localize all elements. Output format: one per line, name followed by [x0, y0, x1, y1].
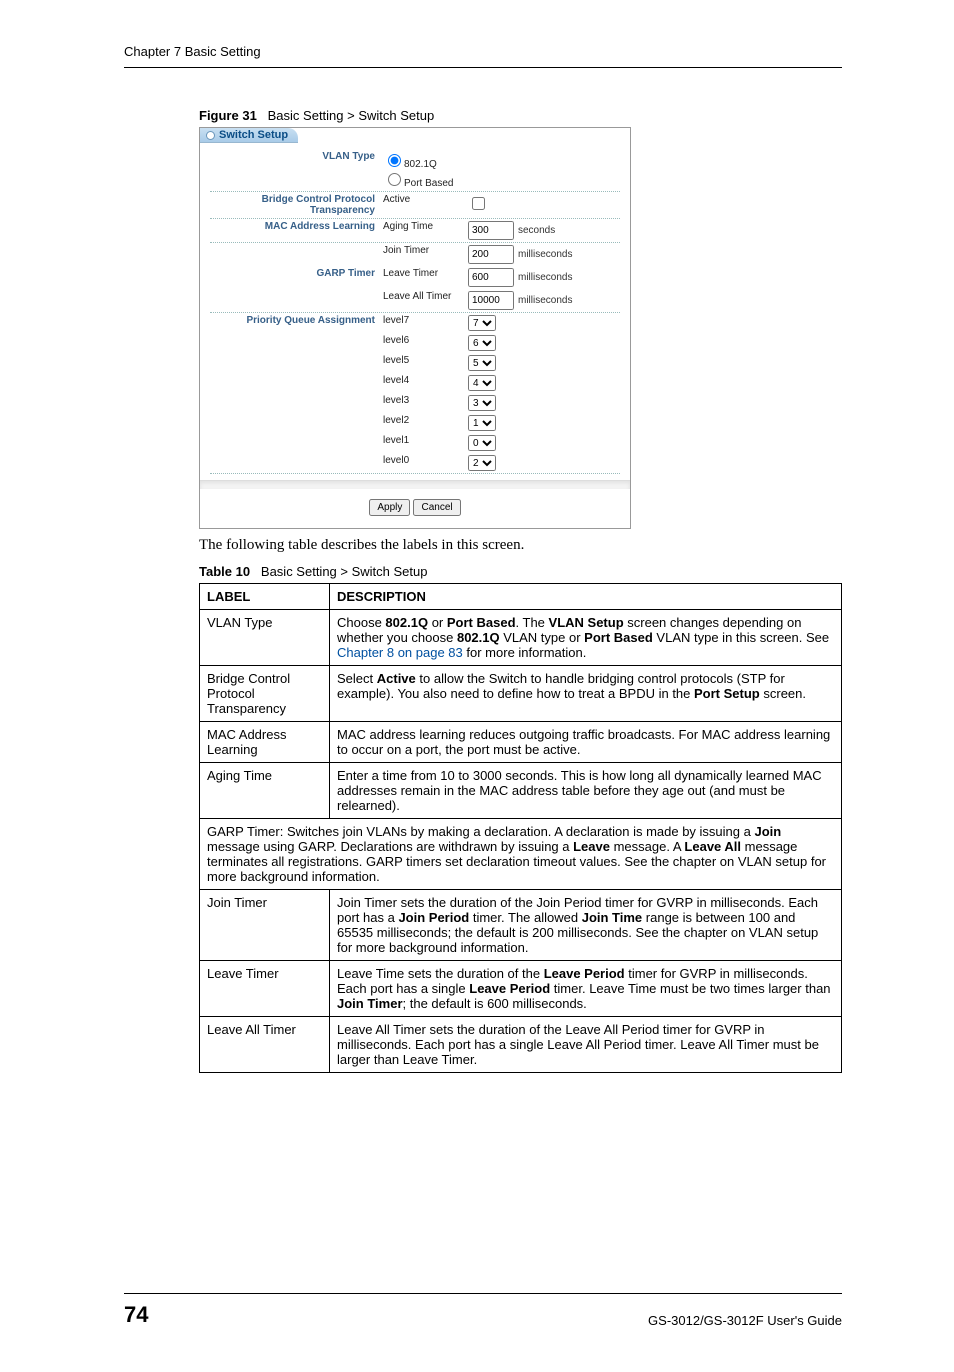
- pqa-level-select[interactable]: 7: [468, 315, 496, 331]
- apply-button[interactable]: Apply: [369, 499, 410, 516]
- pqa-level-select[interactable]: 1: [468, 415, 496, 431]
- cross-ref-link[interactable]: Chapter 8 on page 83: [337, 645, 463, 660]
- table-cell-label: Leave All Timer: [200, 1017, 330, 1073]
- table-row: GARP Timer: Switches join VLANs by makin…: [200, 819, 842, 890]
- guide-name: GS-3012/GS-3012F User's Guide: [648, 1313, 842, 1328]
- switch-setup-screenshot: Switch Setup VLAN Type 802.1Q Port Based…: [199, 127, 631, 529]
- figure-label: Figure 31: [199, 108, 257, 123]
- table-cell-label: Join Timer: [200, 890, 330, 961]
- table-cell-desc: Leave All Timer sets the duration of the…: [330, 1017, 842, 1073]
- table-cell-desc: MAC address learning reduces outgoing tr…: [330, 722, 842, 763]
- table-caption: Table 10 Basic Setting > Switch Setup: [199, 564, 842, 579]
- table-row: Leave TimerLeave Time sets the duration …: [200, 961, 842, 1017]
- page-number: 74: [124, 1302, 148, 1328]
- table-row: MAC Address LearningMAC address learning…: [200, 722, 842, 763]
- table-cell-label: MAC Address Learning: [200, 722, 330, 763]
- join-timer-text: Join Timer: [383, 245, 468, 256]
- pqa-level-name: level5: [383, 355, 468, 366]
- pqa-level-select[interactable]: 3: [468, 395, 496, 411]
- table-cell-label: Bridge Control Protocol Transparency: [200, 666, 330, 722]
- table-cell-label: Aging Time: [200, 763, 330, 819]
- garp-label: GARP Timer: [210, 268, 383, 279]
- pqa-level-name: level2: [383, 415, 468, 426]
- description-table: LABEL DESCRIPTION VLAN TypeChoose 802.1Q…: [199, 583, 842, 1073]
- vlan-portbased-text: Port Based: [404, 178, 453, 189]
- pqa-level-name: level3: [383, 395, 468, 406]
- leave-timer-text: Leave Timer: [383, 268, 468, 279]
- mac-label: MAC Address Learning: [210, 221, 383, 232]
- table-head-desc: DESCRIPTION: [330, 584, 842, 610]
- table-row: VLAN TypeChoose 802.1Q or Port Based. Th…: [200, 610, 842, 666]
- table-cell-desc: Leave Time sets the duration of the Leav…: [330, 961, 842, 1017]
- vlan-8021q-radio[interactable]: [388, 154, 401, 167]
- bridge-active-checkbox[interactable]: [472, 197, 485, 210]
- vlan-8021q-text: 802.1Q: [404, 159, 437, 170]
- pqa-level-select[interactable]: 5: [468, 355, 496, 371]
- table-cell-label: VLAN Type: [200, 610, 330, 666]
- table-cell-desc: Join Timer sets the duration of the Join…: [330, 890, 842, 961]
- leave-timer-input[interactable]: [468, 268, 514, 287]
- figure-title: Basic Setting > Switch Setup: [268, 108, 435, 123]
- leave-timer-unit: milliseconds: [518, 272, 572, 283]
- table-cell-label: Leave Timer: [200, 961, 330, 1017]
- pqa-label: Priority Queue Assignment: [210, 315, 383, 326]
- table-cell-desc: Enter a time from 10 to 3000 seconds. Th…: [330, 763, 842, 819]
- aging-time-text: Aging Time: [383, 221, 468, 232]
- pqa-level-select[interactable]: 2: [468, 455, 496, 471]
- pqa-level-name: level7: [383, 315, 468, 326]
- table-label: Table 10: [199, 564, 250, 579]
- aging-time-input[interactable]: [468, 221, 514, 240]
- bridge-label: Bridge Control Protocol Transparency: [210, 194, 383, 216]
- intro-text: The following table describes the labels…: [199, 537, 842, 554]
- vlan-type-label: VLAN Type: [210, 151, 383, 162]
- cancel-button[interactable]: Cancel: [413, 499, 460, 516]
- table-cell-span: GARP Timer: Switches join VLANs by makin…: [200, 819, 842, 890]
- leaveall-timer-input[interactable]: [468, 291, 514, 310]
- pqa-level-name: level6: [383, 335, 468, 346]
- table-title: Basic Setting > Switch Setup: [261, 564, 428, 579]
- join-timer-unit: milliseconds: [518, 249, 572, 260]
- aging-time-unit: seconds: [518, 225, 555, 236]
- table-row: Join TimerJoin Timer sets the duration o…: [200, 890, 842, 961]
- pqa-level-select[interactable]: 6: [468, 335, 496, 351]
- panel-tab: Switch Setup: [200, 128, 298, 143]
- bridge-active-text: Active: [383, 194, 468, 205]
- table-cell-desc: Select Active to allow the Switch to han…: [330, 666, 842, 722]
- pqa-level-name: level0: [383, 455, 468, 466]
- leaveall-timer-text: Leave All Timer: [383, 291, 468, 302]
- pqa-level-name: level1: [383, 435, 468, 446]
- vlan-portbased-radio[interactable]: [388, 173, 401, 186]
- chapter-header: Chapter 7 Basic Setting: [124, 44, 842, 68]
- table-cell-desc: Choose 802.1Q or Port Based. The VLAN Se…: [330, 610, 842, 666]
- leaveall-timer-unit: milliseconds: [518, 295, 572, 306]
- pqa-level-select[interactable]: 4: [468, 375, 496, 391]
- figure-caption: Figure 31 Basic Setting > Switch Setup: [199, 108, 842, 123]
- pqa-level-name: level4: [383, 375, 468, 386]
- table-row: Aging TimeEnter a time from 10 to 3000 s…: [200, 763, 842, 819]
- pqa-level-select[interactable]: 0: [468, 435, 496, 451]
- join-timer-input[interactable]: [468, 245, 514, 264]
- table-head-label: LABEL: [200, 584, 330, 610]
- table-row: Leave All TimerLeave All Timer sets the …: [200, 1017, 842, 1073]
- table-row: Bridge Control Protocol TransparencySele…: [200, 666, 842, 722]
